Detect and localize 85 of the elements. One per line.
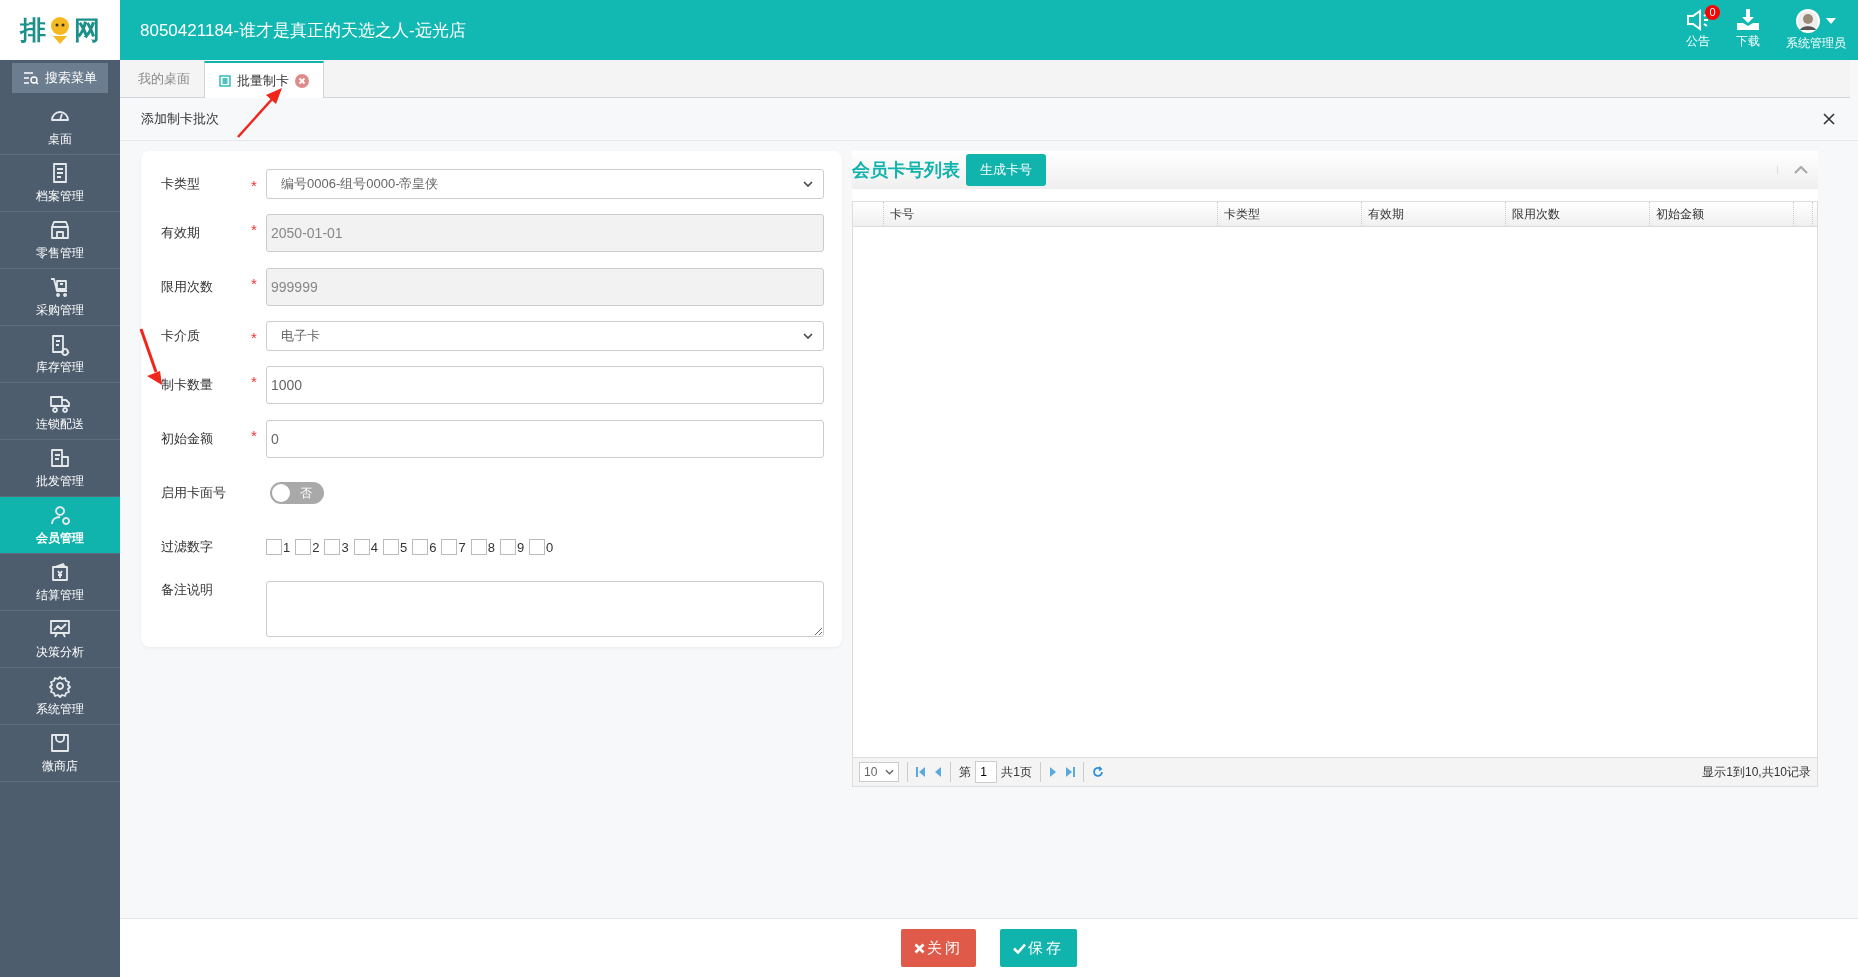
logo-text: 排 [20,13,46,47]
search-menu-button[interactable]: 搜索菜单 [12,63,108,93]
search-list-icon [23,71,39,85]
chevron-down-icon [803,333,813,339]
panel-title: 添加制卡批次 [141,110,219,128]
field-label: 卡介质 [161,327,201,345]
checkbox-option[interactable]: 0 [529,539,554,555]
column-header: 卡号 [884,202,1218,226]
checkbox[interactable] [499,539,516,555]
column-header: 初始金额 [1650,202,1794,226]
checkbox-option[interactable]: 6 [412,539,437,555]
field-label: 启用卡面号 [161,484,227,502]
checkbox-option[interactable]: 2 [295,539,320,555]
logo-text: 网 [74,13,100,47]
required-mark: * [251,373,257,390]
checkbox[interactable] [295,539,312,555]
checkbox[interactable] [353,539,370,555]
list-icon [219,74,231,87]
checkbox[interactable] [382,539,399,555]
download-icon [1736,8,1760,31]
field-label: 限用次数 [161,278,214,296]
avatar-icon [1796,8,1820,33]
menu-icon [48,503,72,527]
field-label: 有效期 [161,224,201,242]
close-icon[interactable] [1822,112,1836,126]
field-label: 卡类型 [161,175,201,193]
menu-icon [48,446,72,470]
select-field[interactable]: 编号0006-组号0000-帝皇侠 [266,169,824,199]
page-number-field[interactable]: 1 [975,761,998,783]
check-icon [1013,942,1026,954]
menu-icon [48,674,72,698]
list-title: 会员卡号列表 [852,159,960,182]
input-field[interactable]: 1000 [266,366,824,404]
speaker-icon [1686,8,1710,31]
refresh-icon[interactable] [1092,766,1105,778]
page-total: 共1页 [1001,763,1033,781]
checkbox-option[interactable]: 1 [266,539,291,555]
store-title: 8050421184-谁才是真正的天选之人-远光店 [140,19,467,42]
checkbox-option[interactable]: 4 [353,539,378,555]
checkbox[interactable] [266,539,282,555]
page-size-select[interactable]: 10 [859,762,900,782]
next-page-icon[interactable] [1049,766,1058,778]
checkbox-option[interactable]: 7 [441,539,466,555]
input-field[interactable]: 0 [266,420,824,458]
page-label: 第 [959,763,972,781]
checkbox[interactable] [412,539,429,555]
column-header: 限用次数 [1506,202,1650,226]
checkbox-option[interactable]: 5 [382,539,408,555]
menu-icon [48,731,72,755]
notes-field[interactable] [266,581,824,637]
chevron-up-icon[interactable] [1777,166,1808,174]
checkbox-option[interactable]: 8 [470,539,495,555]
select-field[interactable]: 电子卡 [266,321,824,351]
required-mark: * [251,329,257,346]
column-header: 卡类型 [1218,202,1362,226]
menu-icon [48,218,72,242]
close-button[interactable]: 关闭 [901,929,976,967]
chevron-down-icon [803,181,813,187]
checkbox[interactable] [529,539,546,555]
field-label: 过滤数字 [161,538,214,556]
checkbox[interactable] [441,539,458,555]
required-mark: * [251,177,257,194]
field-label: 初始金额 [161,430,214,448]
required-mark: * [251,427,257,444]
checkbox-option[interactable]: 9 [499,539,525,555]
record-summary: 显示1到10,共10记录 [1702,763,1811,781]
checkbox-option[interactable]: 3 [324,539,349,555]
tab[interactable]: 批量制卡 [204,61,324,98]
caret-icon [1826,17,1836,24]
column-header: 有效期 [1362,202,1506,226]
checkbox[interactable] [470,539,487,555]
field-label: 备注说明 [161,581,214,599]
first-page-icon[interactable] [916,766,927,778]
required-mark: * [251,275,257,292]
checkbox[interactable] [324,539,341,555]
field-label: 制卡数量 [161,376,214,394]
annotation-arrow [236,87,284,139]
previous-page-icon[interactable] [934,766,943,778]
tab[interactable]: 我的桌面 [124,61,204,97]
chevron-down-icon [885,769,895,775]
required-mark: * [251,221,257,238]
x-icon [914,942,925,954]
notification-badge: 0 [1705,4,1720,20]
logo[interactable]: 排 网 [0,0,120,60]
last-page-icon[interactable] [1065,766,1076,778]
